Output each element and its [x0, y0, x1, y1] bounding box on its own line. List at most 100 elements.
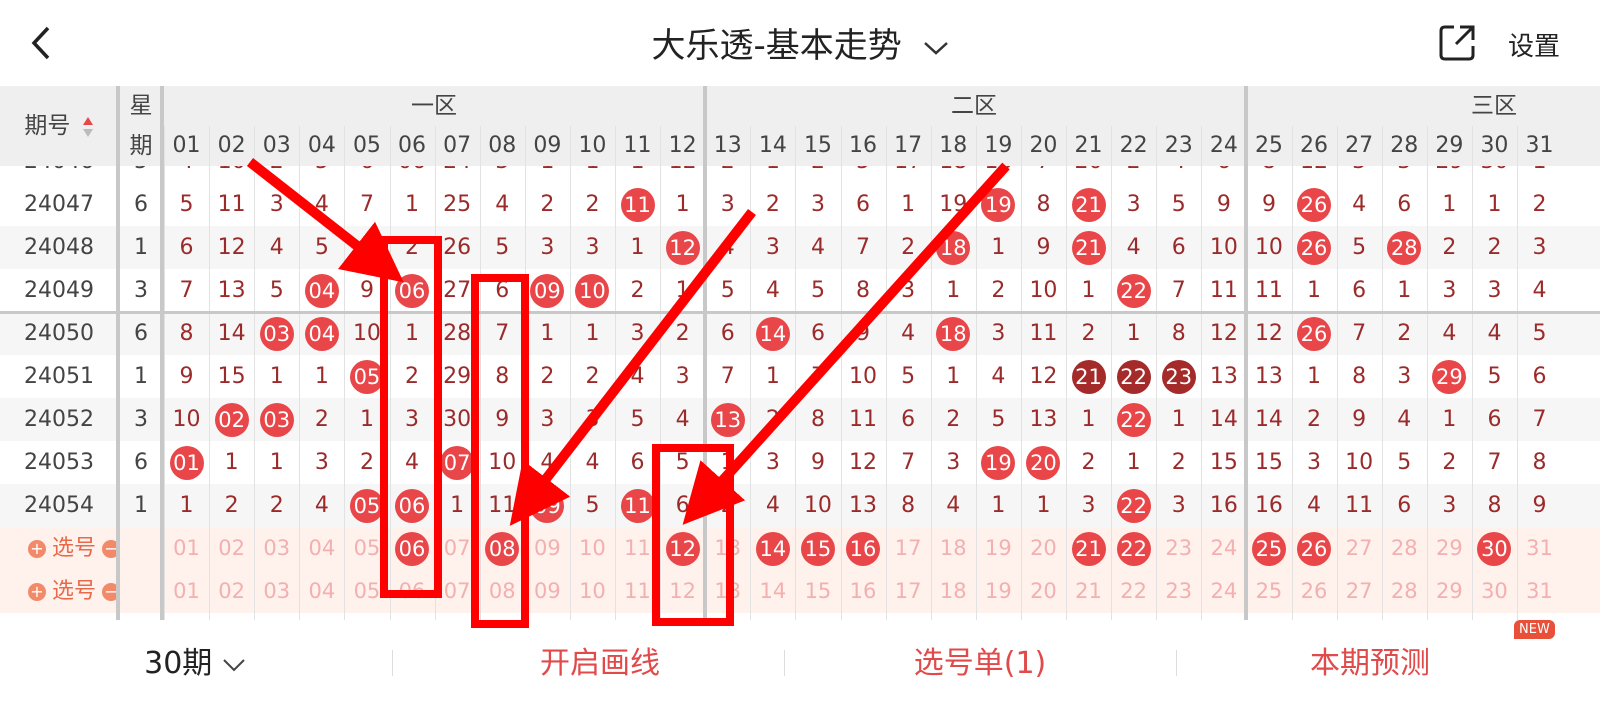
selectable-number[interactable]: 27 [1337, 570, 1382, 613]
selectable-number[interactable]: 26 [1292, 570, 1337, 613]
add-icon[interactable]: + [28, 583, 46, 601]
selectable-number[interactable]: 02 [209, 570, 254, 613]
selectable-number[interactable]: 29 [1427, 527, 1472, 570]
selectable-number[interactable]: 10 [570, 570, 615, 613]
selectable-number[interactable]: 10 [570, 527, 615, 570]
miss-count: 1 [405, 321, 420, 346]
draw-lines-button[interactable]: 开启画线 [450, 636, 750, 692]
issue-header[interactable]: 期号 [0, 86, 118, 166]
table-row: 24047 6 5 11 3 4 7 1 25 4 2 2 11 1 3 2 3 6 1 19 19 8 21 3 5 9 9 26 4… [0, 183, 1600, 226]
selectable-number[interactable]: 11 [615, 527, 660, 570]
zone-1-label: 一区 [411, 93, 457, 119]
selectable-number[interactable]: 24 [1201, 527, 1246, 570]
miss-count: 1 [450, 493, 465, 518]
miss-count: 8 [1352, 364, 1367, 389]
selectable-number[interactable]: 19 [976, 527, 1021, 570]
selected-number-ball[interactable]: 12 [665, 531, 700, 566]
selectable-number[interactable]: 20 [1021, 527, 1066, 570]
selected-number-ball[interactable]: 06 [395, 531, 430, 566]
selectable-number[interactable]: 13 [705, 570, 750, 613]
selectable-number[interactable]: 04 [299, 570, 344, 613]
miss-count: 1 [1126, 450, 1141, 475]
column-divider [1426, 126, 1428, 620]
selectable-number[interactable]: 03 [254, 527, 299, 570]
selectable-number[interactable]: 22 [1111, 570, 1156, 613]
miss-count: 4 [1352, 192, 1367, 217]
miss-count: 28 [443, 321, 472, 346]
selected-number-ball[interactable]: 08 [485, 531, 520, 566]
page-title[interactable]: 大乐透-基本走势 [0, 18, 1600, 67]
selectable-number[interactable]: 08 [480, 570, 525, 613]
selectable-number[interactable]: 07 [435, 570, 480, 613]
selectable-number[interactable]: 17 [886, 527, 931, 570]
selected-number-ball[interactable]: 30 [1477, 531, 1512, 566]
selectable-number[interactable]: 18 [931, 570, 976, 613]
selectable-number[interactable]: 18 [931, 527, 976, 570]
column-number: 15 [803, 133, 832, 158]
selectable-number[interactable]: 13 [705, 527, 750, 570]
drawn-number-ball: 23 [1161, 359, 1196, 394]
drawn-number-ball: 22 [1116, 402, 1151, 437]
drawn-number-ball: 22 [1116, 488, 1151, 523]
miss-count: 2 [991, 278, 1006, 303]
selectable-number[interactable]: 28 [1382, 570, 1427, 613]
selectable-number[interactable]: 31 [1517, 527, 1562, 570]
miss-count: 1 [901, 192, 916, 217]
miss-count: 4 [540, 450, 555, 475]
selectable-number[interactable]: 28 [1382, 527, 1427, 570]
selectable-number[interactable]: 05 [344, 527, 389, 570]
share-icon[interactable] [1436, 22, 1478, 64]
selectable-number[interactable]: 09 [525, 570, 570, 613]
column-number: 05 [352, 133, 381, 158]
selected-number-ball[interactable]: 25 [1251, 531, 1286, 566]
selectable-number[interactable]: 06 [390, 570, 435, 613]
selectable-number[interactable]: 04 [299, 527, 344, 570]
period-selector[interactable]: 30期 [130, 636, 260, 692]
miss-count: 5 [269, 278, 284, 303]
ticket-button[interactable]: 选号单(1) [830, 636, 1130, 692]
selectable-number[interactable]: 09 [525, 527, 570, 570]
selected-number-ball[interactable]: 26 [1297, 531, 1332, 566]
selectable-number[interactable]: 25 [1246, 570, 1291, 613]
column-number: 06 [398, 133, 427, 158]
miss-count: 9 [179, 364, 194, 389]
selectable-number[interactable]: 11 [615, 570, 660, 613]
miss-count: 6 [1352, 278, 1367, 303]
column-divider [1336, 126, 1338, 620]
issue-number: 24049 [24, 278, 94, 303]
selectable-number[interactable]: 23 [1156, 527, 1201, 570]
selectable-number[interactable]: 21 [1066, 570, 1111, 613]
miss-count: 26 [443, 235, 472, 260]
selectable-number[interactable]: 19 [976, 570, 1021, 613]
selectable-number[interactable]: 01 [164, 527, 209, 570]
selectable-number[interactable]: 24 [1201, 570, 1246, 613]
drawn-number-ball: 21 [1071, 230, 1106, 265]
selectable-number[interactable]: 20 [1021, 570, 1066, 613]
selectable-number[interactable]: 29 [1427, 570, 1472, 613]
selectable-number[interactable]: 15 [795, 570, 840, 613]
selectable-number[interactable]: 01 [164, 570, 209, 613]
selectable-number[interactable]: 12 [660, 570, 705, 613]
predict-button[interactable]: 本期预测 [1220, 636, 1520, 692]
selectable-number[interactable]: 30 [1472, 570, 1517, 613]
weekday: 6 [134, 450, 148, 475]
selectable-number[interactable]: 17 [886, 570, 931, 613]
miss-count: 1 [946, 278, 961, 303]
selected-number-ball[interactable]: 16 [846, 531, 881, 566]
selectable-number[interactable]: 27 [1337, 527, 1382, 570]
selectable-number[interactable]: 31 [1517, 570, 1562, 613]
selectable-number[interactable]: 05 [344, 570, 389, 613]
selectable-number[interactable]: 07 [435, 527, 480, 570]
settings-button[interactable]: 设置 [1508, 26, 1560, 63]
selectable-number[interactable]: 23 [1156, 570, 1201, 613]
selected-number-ball[interactable]: 22 [1116, 531, 1151, 566]
selectable-number[interactable]: 14 [750, 570, 795, 613]
selected-number-ball[interactable]: 15 [800, 531, 835, 566]
weekday: 3 [134, 407, 148, 432]
selectable-number[interactable]: 03 [254, 570, 299, 613]
selectable-number[interactable]: 02 [209, 527, 254, 570]
selectable-number[interactable]: 16 [841, 570, 886, 613]
add-icon[interactable]: + [28, 540, 46, 558]
selected-number-ball[interactable]: 14 [755, 531, 790, 566]
selected-number-ball[interactable]: 21 [1071, 531, 1106, 566]
